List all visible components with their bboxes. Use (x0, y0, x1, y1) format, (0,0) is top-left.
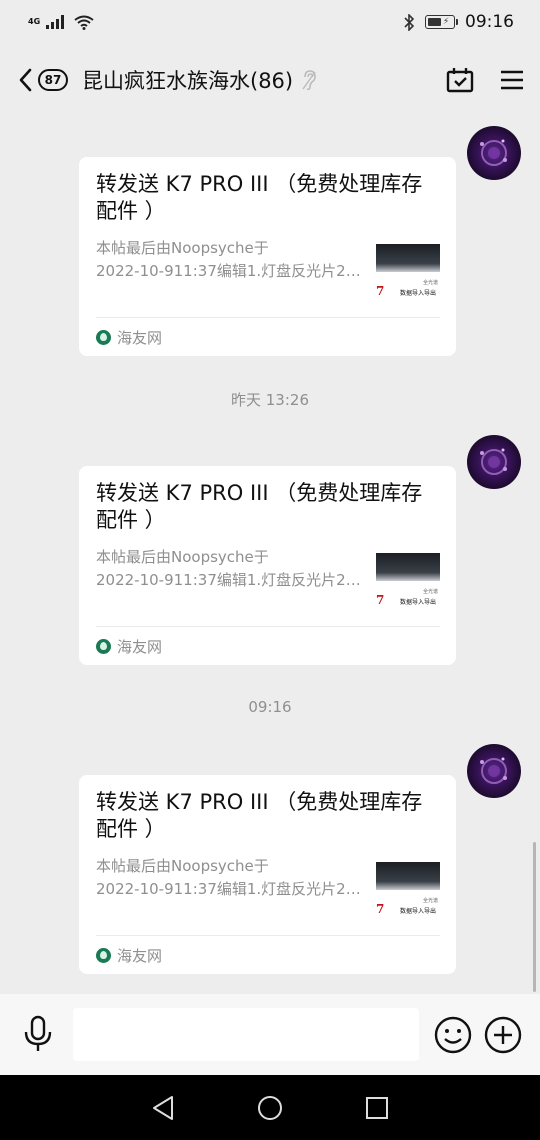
bluetooth-icon (403, 13, 415, 31)
card-desc-line: 2022-10-911:37编辑1.灯盘反光片2.... (96, 262, 361, 280)
wifi-icon (74, 15, 94, 30)
thumb-brand: 7 (376, 593, 385, 607)
card-source: 海友网 (96, 935, 440, 974)
message-text-input[interactable] (73, 1008, 419, 1061)
source-logo-icon (96, 947, 111, 963)
card-title: 转发送 K7 PRO III （免费处理库存配件 ） (96, 481, 423, 532)
status-left: 4G (28, 15, 94, 30)
source-name: 海友网 (117, 328, 163, 347)
thumb-caption: 全光谱 (422, 898, 438, 904)
card-body: 本帖最后由Noopsyche于 2022-10-911:37编辑1.灯盘反光片2… (96, 237, 440, 307)
status-right: ⚡ 09:16 (403, 12, 514, 32)
clock: 09:16 (465, 12, 514, 32)
thumb-text: 数据导入导出 (400, 599, 437, 606)
thumb-light-fixture (376, 862, 440, 890)
sender-avatar[interactable] (467, 435, 521, 489)
thumb-light-fixture (376, 244, 440, 272)
message-timestamp: 昨天 13:26 (231, 391, 309, 409)
source-name: 海友网 (117, 637, 163, 656)
sender-avatar[interactable] (467, 126, 521, 180)
card-description: 本帖最后由Noopsyche于 2022-10-911:37编辑1.灯盘反光片2… (96, 855, 362, 925)
card-title: 转发送 K7 PRO III （免费处理库存配件 ） (96, 790, 423, 841)
card-thumbnail: 全光谱 7 数据导入导出 (376, 548, 440, 612)
message-input-bar (0, 994, 540, 1075)
system-navigation-bar (0, 1075, 540, 1140)
network-type-label: 4G (28, 17, 41, 26)
ear-icon (301, 69, 317, 91)
thumb-brand: 7 (376, 284, 385, 298)
card-desc-line: 2022-10-911:37编辑1.灯盘反光片2.... (96, 571, 361, 589)
card-title: 转发送 K7 PRO III （免费处理库存配件 ） (96, 172, 423, 223)
microphone-icon[interactable] (20, 1014, 56, 1054)
thumb-caption: 全光谱 (422, 589, 438, 595)
unread-badge: 87 (38, 69, 68, 91)
card-description: 本帖最后由Noopsyche于 2022-10-911:37编辑1.灯盘反光片2… (96, 237, 362, 307)
battery-icon: ⚡ (425, 15, 458, 29)
status-bar: 4G ⚡ 09:16 (0, 0, 540, 44)
source-logo-icon (96, 638, 111, 654)
cell-signal-icon (46, 15, 64, 29)
header-actions (446, 67, 524, 93)
source-name: 海友网 (117, 946, 163, 965)
thumb-text: 数据导入导出 (400, 908, 437, 915)
card-body: 本帖最后由Noopsyche于 2022-10-911:37编辑1.灯盘反光片2… (96, 546, 440, 616)
thumb-brand: 7 (376, 902, 385, 916)
link-message-card[interactable]: 转发送 K7 PRO III （免费处理库存配件 ） 本帖最后由Noopsych… (79, 466, 456, 665)
plus-circle-icon[interactable] (484, 1016, 522, 1054)
chat-title: 昆山疯狂水族海水(86) (82, 69, 294, 93)
chat-scrollbar[interactable] (533, 842, 536, 992)
hamburger-menu-icon[interactable] (500, 70, 524, 90)
link-message-card[interactable]: 转发送 K7 PRO III （免费处理库存配件 ） 本帖最后由Noopsych… (79, 775, 456, 974)
card-desc-line: 2022-10-911:37编辑1.灯盘反光片2.... (96, 880, 361, 898)
chat-header: 87 昆山疯狂水族海水(86) (0, 52, 540, 108)
thumb-light-fixture (376, 553, 440, 581)
card-thumbnail: 全光谱 7 数据导入导出 (376, 239, 440, 303)
back-button[interactable]: 87 (18, 68, 68, 92)
card-source: 海友网 (96, 317, 440, 356)
nav-back-icon[interactable] (151, 1095, 175, 1121)
card-description: 本帖最后由Noopsyche于 2022-10-911:37编辑1.灯盘反光片2… (96, 546, 362, 616)
smiley-icon[interactable] (434, 1016, 472, 1054)
calendar-check-icon[interactable] (446, 67, 474, 93)
message-timestamp: 09:16 (248, 698, 292, 716)
nav-recents-icon[interactable] (365, 1096, 389, 1120)
link-message-card[interactable]: 转发送 K7 PRO III （免费处理库存配件 ） 本帖最后由Noopsych… (79, 157, 456, 356)
card-desc-line: 本帖最后由Noopsyche于 (96, 239, 269, 257)
thumb-text: 数据导入导出 (400, 290, 437, 297)
card-thumbnail: 全光谱 7 数据导入导出 (376, 857, 440, 921)
card-source: 海友网 (96, 626, 440, 665)
thumb-caption: 全光谱 (422, 280, 438, 286)
card-body: 本帖最后由Noopsyche于 2022-10-911:37编辑1.灯盘反光片2… (96, 855, 440, 925)
nav-home-icon[interactable] (257, 1095, 283, 1121)
source-logo-icon (96, 329, 111, 345)
sender-avatar[interactable] (467, 744, 521, 798)
chevron-left-icon (18, 68, 32, 92)
card-desc-line: 本帖最后由Noopsyche于 (96, 857, 269, 875)
card-desc-line: 本帖最后由Noopsyche于 (96, 548, 269, 566)
